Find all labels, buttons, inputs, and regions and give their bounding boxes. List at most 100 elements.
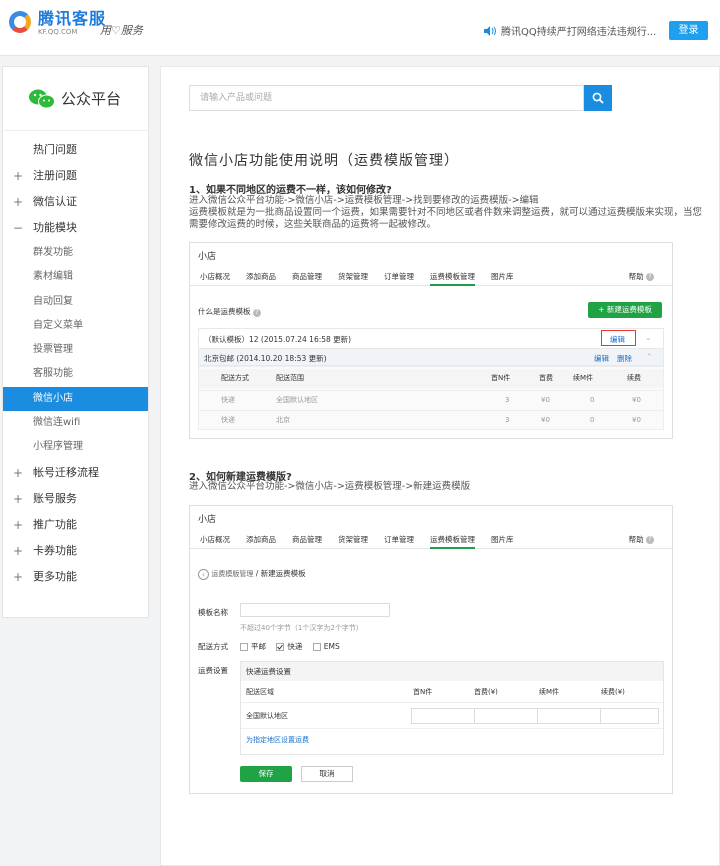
th-range: 配送范围 (276, 374, 304, 382)
sidebar-item[interactable]: 热门问题 (3, 137, 148, 163)
tab-freight-manage[interactable]: 运费模板管理 (430, 268, 475, 286)
answer-2-steps: 进入微信公众平台功能->微信小店->运费模板管理->新建运费模版 (189, 481, 471, 492)
sidebar: 公众平台 热门问题 + 注册问题 + 微信认证 − 功能模块 群发功能 素材编辑 自动回复 自定义菜… (2, 66, 149, 618)
template-2-table: 配送方式 配送范围 首N件 首费 续M件 续费 快递 全国默认地区 3 ¥0 0… (198, 366, 664, 430)
tab-add-goods[interactable]: 添加商品 (246, 268, 276, 286)
sidebar-item-label: 群发功能 (33, 247, 73, 258)
login-button[interactable]: 登录 (669, 21, 708, 40)
main-content: 请输入产品或问题 微信小店功能使用说明（运费模版管理） 1、如果不同地区的运费不… (160, 66, 720, 866)
sidebar-item-label: 投票管理 (33, 344, 73, 356)
template-name-input[interactable] (240, 603, 390, 617)
next-m-input[interactable] (537, 708, 601, 724)
sidebar-item[interactable]: 客服功能 (3, 362, 148, 386)
sidebar-item-label: 微信小店 (33, 392, 73, 404)
method-options: 平邮 快递 EMS (240, 641, 340, 652)
expand-icon: + (13, 517, 24, 532)
fee-label: 运费设置 (198, 666, 228, 675)
sidebar-item[interactable]: 自动回复 (3, 290, 148, 314)
notice-link[interactable]: 腾讯QQ持续严打网络违法违规行... (484, 23, 656, 38)
save-button[interactable]: 保存 (240, 766, 292, 782)
breadcrumb-back-link[interactable]: 运费模版管理 (211, 570, 253, 578)
th-next-fee: 续费(¥) (601, 688, 625, 696)
cell: ¥0 (632, 396, 641, 404)
cell: ¥0 (541, 396, 550, 404)
th-first-fee: 首费(¥) (474, 688, 498, 696)
new-template-button[interactable]: + 新建运费模板 (588, 302, 662, 318)
sidebar-item[interactable]: + 推广功能 (3, 512, 148, 538)
tab-freight-manage[interactable]: 运费模板管理 (430, 531, 475, 549)
th-method: 配送方式 (221, 374, 249, 382)
sidebar-brand-label: 公众平台 (61, 90, 122, 108)
shop-screenshot-2: 小店 小店概况 添加商品 商品管理 货架管理 订单管理 运费模板管理 图片库 帮… (189, 505, 673, 794)
first-n-input[interactable] (411, 708, 475, 724)
tab-shelf-manage[interactable]: 货架管理 (338, 531, 368, 549)
back-icon[interactable]: ‹ (198, 568, 209, 580)
fee-settings-box: 快递运费设置 配送区域 首N件 首费(¥) 续M件 续费(¥) 全国默认地区 为… (240, 661, 664, 755)
sidebar-item[interactable]: 微信连wifi (3, 411, 148, 435)
sidebar-item[interactable]: − 功能模块 (3, 215, 148, 241)
fee-area: 全国默认地区 (246, 712, 288, 720)
sidebar-item[interactable]: 微信小店 (3, 386, 148, 412)
answer-1-steps: 进入微信公众平台功能->微信小店->运费模板管理->找到要修改的运费模版->编辑 (189, 195, 539, 206)
ems-label: EMS (323, 642, 340, 651)
cancel-button[interactable]: 取消 (301, 766, 353, 782)
search-button[interactable] (584, 85, 612, 111)
tab-add-goods[interactable]: 添加商品 (246, 531, 276, 549)
breadcrumb: ‹ 运费模版管理 / 新建运费模板 (198, 568, 664, 580)
specify-region-link[interactable]: 为指定地区设置运费 (241, 729, 663, 751)
sidebar-item-label: 推广功能 (33, 517, 77, 531)
template-2-edit[interactable]: 编辑 (594, 353, 609, 364)
cell: 3 (505, 416, 510, 424)
express-checkbox[interactable] (276, 643, 285, 651)
sidebar-item[interactable]: + 帐号迁移流程 (3, 460, 148, 486)
sidebar-item[interactable]: + 更多功能 (3, 564, 148, 590)
ems-checkbox[interactable] (312, 643, 321, 651)
search-icon (592, 92, 604, 104)
sidebar-item-label: 客服功能 (33, 368, 73, 380)
tab-overview[interactable]: 小店概况 (200, 531, 230, 549)
first-fee-input[interactable] (474, 708, 538, 724)
expand-icon: + (13, 491, 24, 506)
tab-gallery[interactable]: 图片库 (491, 268, 514, 286)
sidebar-item[interactable]: 投票管理 (3, 338, 148, 362)
sidebar-item[interactable]: 群发功能 (3, 241, 148, 265)
sidebar-item[interactable]: + 账号服务 (3, 486, 148, 512)
help-link[interactable]: 帮助 ? (629, 531, 654, 549)
table-row: 快递 北京 3 ¥0 0 ¥0 (199, 410, 663, 429)
template-1-title: （默认模板）12 (2015.07.24 16:58 更新) (204, 335, 352, 344)
search-input[interactable]: 请输入产品或问题 (189, 85, 584, 111)
tab-order-manage[interactable]: 订单管理 (384, 268, 414, 286)
sidebar-item-label: 微信认证 (33, 195, 77, 208)
sidebar-item[interactable]: 小程序管理 (3, 435, 148, 459)
surface-checkbox[interactable] (240, 643, 248, 651)
th-next-m: 续M件 (539, 688, 560, 696)
template-2-delete[interactable]: 删除 (617, 353, 632, 364)
sidebar-item[interactable]: 素材编辑 (3, 265, 148, 289)
th-first-n: 首N件 (413, 688, 433, 696)
template-1-toggle-icon[interactable]: ⌄ (645, 333, 651, 342)
site-logo[interactable]: 腾讯客服 KF.QQ.COM (8, 10, 106, 36)
tab-goods-manage[interactable]: 商品管理 (292, 531, 322, 549)
collapse-icon: − (13, 221, 24, 235)
tab-order-manage[interactable]: 订单管理 (384, 531, 414, 549)
tab-goods-manage[interactable]: 商品管理 (292, 268, 322, 286)
help-link[interactable]: 帮助 ? (629, 268, 654, 286)
template-2-collapse-icon[interactable]: ⌃ (646, 352, 652, 361)
tab-shelf-manage[interactable]: 货架管理 (338, 268, 368, 286)
logo-icon (8, 10, 34, 36)
method-ems-option[interactable]: EMS (312, 642, 340, 651)
tab-overview[interactable]: 小店概况 (200, 268, 230, 286)
help-icon: ? (646, 536, 654, 544)
tab-gallery[interactable]: 图片库 (491, 531, 514, 549)
sidebar-item[interactable]: + 注册问题 (3, 163, 148, 189)
sidebar-item[interactable]: 自定义菜单 (3, 314, 148, 338)
sidebar-item[interactable]: + 卡券功能 (3, 538, 148, 564)
method-surface-option[interactable]: 平邮 (240, 642, 266, 651)
template-1-edit[interactable]: 编辑 (610, 334, 625, 345)
sidebar-item-label: 注册问题 (33, 169, 77, 182)
what-is-label: 什么是运费模板 (198, 307, 251, 316)
sidebar-item[interactable]: + 微信认证 (3, 189, 148, 215)
expand-icon: + (13, 543, 24, 558)
method-express-option[interactable]: 快递 (276, 642, 302, 651)
next-fee-input[interactable] (600, 708, 659, 724)
